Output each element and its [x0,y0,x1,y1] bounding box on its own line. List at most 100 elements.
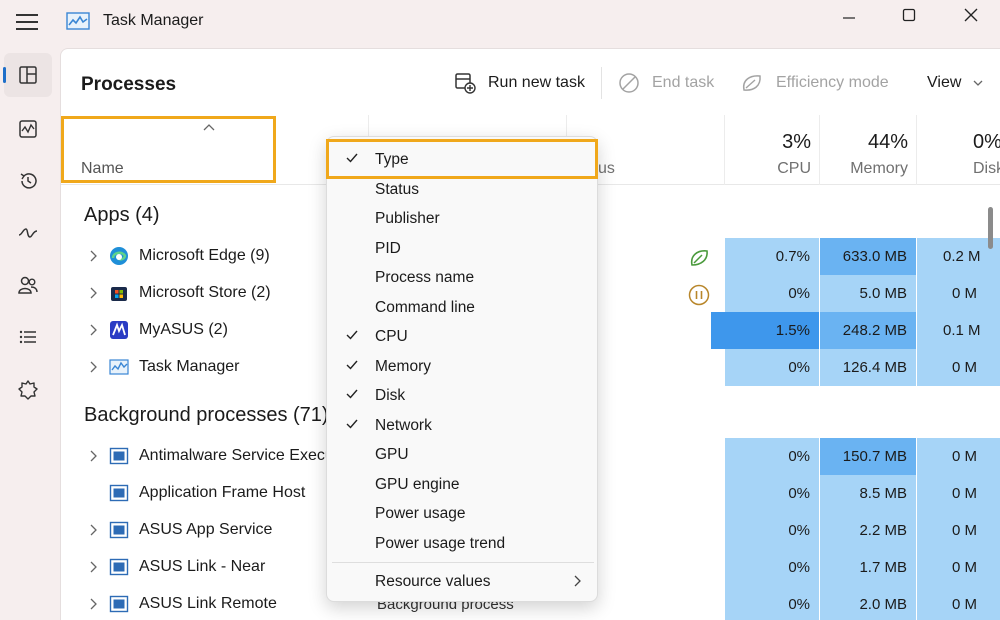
menu-item-disk[interactable]: Disk [331,381,595,411]
menu-item-label: CPU [375,328,408,345]
cpu-cell: 1.5% [711,312,819,349]
nav-startup-apps[interactable] [4,211,52,255]
chevron-right-icon[interactable] [88,360,98,374]
menu-item-publisher[interactable]: Publisher [331,204,595,234]
maximize-button[interactable] [878,0,940,30]
service-window-icon [109,521,129,539]
disk-cell: 0 M [917,275,1000,312]
chevron-right-icon[interactable] [88,323,98,337]
cpu-cell: 0% [725,475,819,512]
chevron-right-icon[interactable] [88,249,98,263]
process-name: Task Manager [139,358,240,375]
close-button[interactable] [940,0,1000,30]
view-dropdown[interactable]: View [927,71,983,95]
chevron-right-icon[interactable] [88,286,98,300]
cpu-cell: 0% [725,275,819,312]
hamburger-menu-icon[interactable] [16,13,38,31]
menu-item-network[interactable]: Network [331,411,595,441]
cpu-column-label: CPU [777,160,811,177]
minimize-button[interactable] [818,0,880,30]
cpu-cell: 0% [725,549,819,586]
process-name: ASUS Link - Near [139,558,266,575]
nav-details[interactable] [4,315,52,359]
menu-item-process-name[interactable]: Process name [331,263,595,293]
task-manager-chart-icon [109,359,129,375]
title-bar: Task Manager [0,0,1000,46]
menu-item-power-usage-trend[interactable]: Power usage trend [331,529,595,559]
service-window-icon [109,447,129,465]
users-icon [18,276,38,294]
chevron-down-icon [973,80,983,86]
cpu-cell: 0% [725,349,819,386]
memory-cell: 126.4 MB [820,349,916,386]
process-name: Microsoft Store (2) [139,284,271,301]
column-name[interactable]: Name [61,115,369,185]
menu-item-memory[interactable]: Memory [331,352,595,382]
chevron-right-icon[interactable] [88,523,98,537]
disk-cell: 0 M [917,512,1000,549]
menu-item-label: Type [375,151,409,168]
menu-item-label: GPU [375,446,409,463]
cpu-cell: 0% [725,586,819,620]
chevron-right-icon[interactable] [88,560,98,574]
column-status-label: us [598,160,615,177]
menu-item-label: Memory [375,357,431,375]
column-disk[interactable]: 0% Disk [917,115,1000,185]
column-cpu[interactable]: 3% CPU [725,115,819,185]
disk-cell: 0 M [917,549,1000,586]
nav-performance[interactable] [4,107,52,151]
menu-item-resource-values[interactable]: Resource values [331,567,595,597]
menu-item-label: Publisher [375,210,440,227]
chevron-right-icon [574,575,581,587]
nav-services[interactable] [4,368,52,412]
checkmark-icon [346,330,358,340]
menu-item-command-line[interactable]: Command line [331,293,595,323]
menu-item-label: Disk [375,387,406,404]
end-task-icon [619,73,639,93]
nav-processes[interactable] [3,53,52,97]
menu-item-label: Resource values [375,573,491,590]
process-name: MyASUS (2) [139,321,228,338]
efficiency-mode-button[interactable]: Efficiency mode [740,71,889,95]
nav-users[interactable] [4,263,52,307]
disk-column-label: Disk [973,160,1000,177]
process-name: Application Frame Host [139,484,306,501]
checkmark-icon [346,153,358,163]
menu-item-pid[interactable]: PID [331,234,595,264]
memory-cell: 8.5 MB [820,475,916,512]
microsoft-store-icon [111,287,127,301]
menu-item-type[interactable]: Type [331,145,595,175]
vertical-scrollbar[interactable] [988,207,993,249]
end-task-label: End task [652,74,715,91]
menu-item-gpu-engine[interactable]: GPU engine [331,470,595,500]
app-history-icon [20,173,37,189]
menu-item-label: Power usage [375,505,466,522]
disk-cell: 0 M [917,349,1000,386]
toolbar-divider [601,67,602,99]
menu-item-gpu[interactable]: GPU [331,440,595,470]
page-title: Processes [81,74,177,95]
chevron-right-icon[interactable] [88,449,98,463]
disk-cell: 0 M [917,438,1000,475]
run-new-task-icon [455,73,476,94]
menu-item-status[interactable]: Status [331,175,595,205]
memory-cell: 248.2 MB [820,312,916,349]
apps-section-heading: Apps (4) [84,204,160,226]
efficiency-mode-label: Efficiency mode [776,74,889,91]
checkmark-icon [346,419,358,429]
menu-item-power-usage[interactable]: Power usage [331,499,595,529]
cpu-cell: 0% [725,512,819,549]
startup-apps-icon [18,228,38,238]
column-name-label: Name [81,160,124,177]
process-name: Antimalware Service Execu [139,447,334,464]
menu-item-cpu[interactable]: CPU [331,322,595,352]
run-new-task-label: Run new task [488,74,585,91]
end-task-button[interactable]: End task [618,71,714,95]
run-new-task-button[interactable]: Run new task [454,71,585,95]
grid-line [819,185,820,620]
chevron-right-icon[interactable] [88,597,98,611]
grid-line [916,185,917,620]
column-memory[interactable]: 44% Memory [820,115,916,185]
details-icon [19,330,36,344]
nav-app-history[interactable] [4,159,52,203]
